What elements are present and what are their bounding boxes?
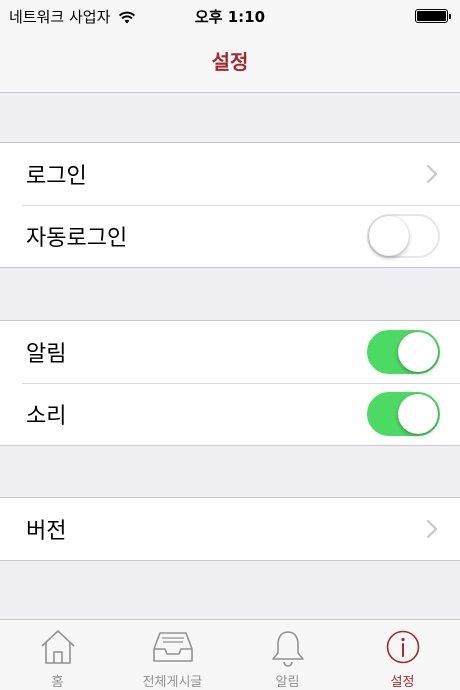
notification-label: 알림 — [26, 342, 67, 367]
sound-label: 소리 — [26, 404, 67, 429]
tab-notifications[interactable]: 알림 — [230, 620, 345, 690]
toggle-knob — [398, 394, 438, 434]
status-time: 오후 1:10 — [194, 8, 266, 26]
sound-toggle[interactable] — [367, 392, 440, 436]
tab-bar: 홈 전체게시글 알림 설정 — [0, 619, 460, 690]
bell-icon — [271, 631, 304, 667]
sound-row: 소리 — [0, 383, 460, 445]
toggle-knob — [369, 216, 409, 256]
chevron-right-icon — [426, 164, 438, 184]
tab-home-label: 홈 — [51, 675, 64, 690]
status-bar: 네트워크 사업자 오후 1:10 — [0, 0, 460, 30]
version-row[interactable]: 버전 — [0, 498, 460, 560]
settings-group-notifications: 알림 소리 — [0, 320, 460, 446]
auto-login-toggle[interactable] — [367, 214, 440, 258]
login-row[interactable]: 로그인 — [0, 143, 460, 205]
tab-notifications-label: 알림 — [275, 675, 300, 690]
notification-toggle[interactable] — [367, 330, 440, 374]
tab-settings[interactable]: 설정 — [345, 620, 460, 690]
home-icon — [40, 630, 75, 664]
nav-bar: 설정 — [0, 30, 460, 93]
page-title: 설정 — [211, 50, 249, 74]
info-icon — [386, 630, 419, 664]
settings-group-info: 버전 — [0, 497, 460, 561]
notification-row: 알림 — [0, 321, 460, 383]
settings-group-account: 로그인 자동로그인 — [0, 142, 460, 268]
auto-login-label: 자동로그인 — [26, 226, 128, 251]
chevron-right-icon — [426, 519, 438, 539]
tab-settings-label: 설정 — [390, 675, 415, 690]
tab-all-posts[interactable]: 전체게시글 — [115, 620, 230, 690]
inbox-icon — [152, 632, 193, 662]
login-label: 로그인 — [26, 164, 87, 189]
toggle-knob — [398, 332, 438, 372]
auto-login-row: 자동로그인 — [0, 205, 460, 267]
tab-home[interactable]: 홈 — [0, 620, 115, 690]
version-label: 버전 — [26, 519, 67, 544]
tab-all-posts-label: 전체게시글 — [142, 675, 203, 690]
battery-icon — [415, 9, 451, 23]
